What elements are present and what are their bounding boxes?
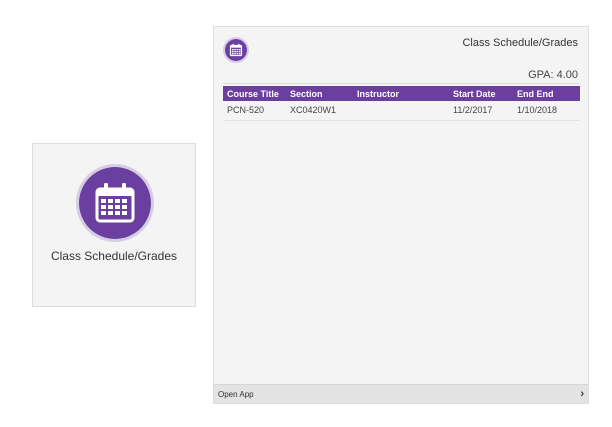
panel-title: Class Schedule/Grades xyxy=(462,37,578,49)
tile-icon-circle xyxy=(76,164,154,242)
cell-end-date: 1/10/2018 xyxy=(513,101,580,121)
tile-label: Class Schedule/Grades xyxy=(50,249,178,263)
calendar-icon xyxy=(225,39,247,61)
gpa-value: GPA: 4.00 xyxy=(528,69,578,81)
column-header-instructor: Instructor xyxy=(357,88,400,99)
cell-section: XC0420W1 xyxy=(286,101,353,121)
cell-course-title: PCN-520 xyxy=(223,101,286,121)
panel-icon-circle xyxy=(223,37,249,63)
chevron-right-icon: › xyxy=(580,388,584,400)
divider xyxy=(223,83,579,84)
column-header-course-title: Course Title xyxy=(227,88,279,99)
class-schedule-tile[interactable]: Class Schedule/Grades xyxy=(32,143,196,307)
table-row: PCN-520 XC0420W1 11/2/2017 1/10/2018 xyxy=(223,101,580,121)
open-app-button[interactable]: Open App › xyxy=(214,384,588,403)
column-header-section: Section xyxy=(290,88,323,99)
cell-start-date: 11/2/2017 xyxy=(449,101,513,121)
open-app-label: Open App xyxy=(218,389,254,399)
column-header-start-date: Start Date xyxy=(453,88,496,99)
calendar-icon xyxy=(79,167,151,239)
grades-table: Course Title Section Instructor Start Da… xyxy=(223,86,580,121)
class-schedule-panel: Class Schedule/Grades GPA: 4.00 Course T… xyxy=(213,26,589,404)
cell-instructor xyxy=(353,101,449,121)
column-header-end-date: End End xyxy=(517,88,554,99)
table-header-row: Course Title Section Instructor Start Da… xyxy=(223,86,580,101)
